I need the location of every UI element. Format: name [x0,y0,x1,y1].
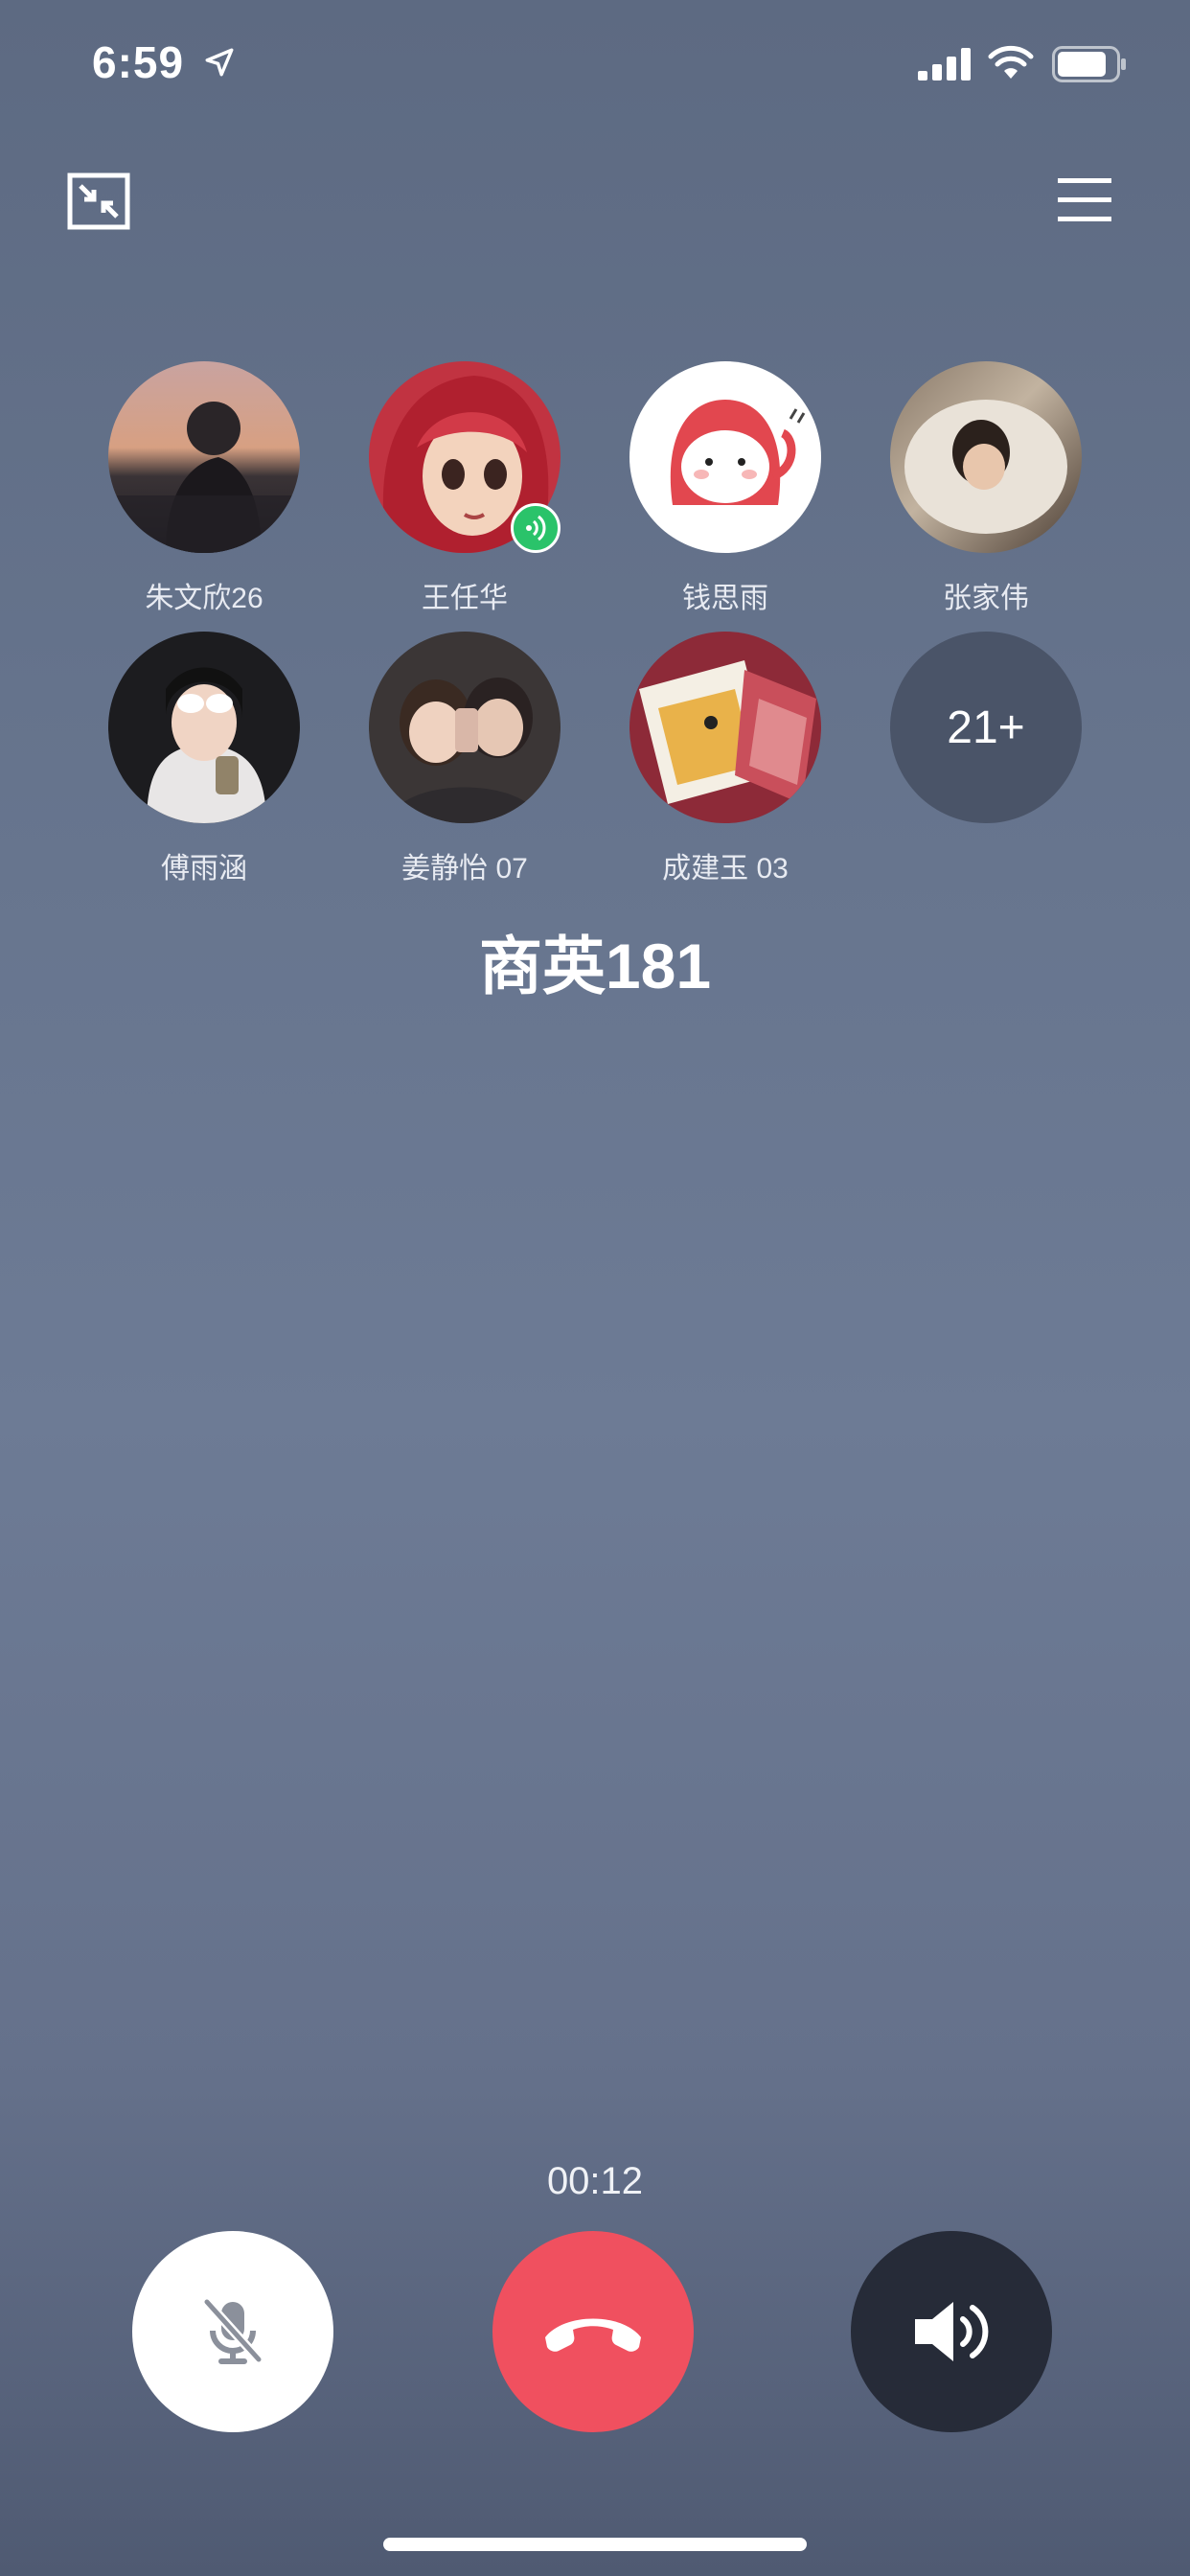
avatar [629,632,821,823]
microphone-muted-icon [202,2297,263,2364]
home-indicator[interactable] [383,2538,807,2551]
menu-icon [1058,178,1111,221]
minimize-window-icon [67,172,130,230]
more-participants-count: 21+ [890,632,1082,823]
participant-tile[interactable]: 傅雨涵 [89,632,319,909]
speaker-icon [915,2302,989,2361]
group-name: 商英181 [478,931,712,1001]
avatar [108,361,300,553]
participant-tile[interactable]: 钱思雨 [610,361,840,639]
participant-tile[interactable]: 成建玉 03 [610,632,840,909]
menu-button[interactable] [1058,176,1111,224]
more-participants-button[interactable]: 21+ [871,632,1101,909]
participant-name: 傅雨涵 [161,853,247,885]
avatar [629,361,821,553]
participant-tile[interactable]: 张家伟 [871,361,1101,639]
participant-name: 钱思雨 [682,583,768,614]
status-time: 6:59 [92,37,185,87]
call-timer: 00:12 [546,2160,644,2202]
participant-name: 朱文欣26 [145,583,263,614]
participant-name: 成建玉 03 [662,853,789,885]
cellular-signal-icon [918,48,971,80]
hang-up-phone-icon [545,2318,641,2352]
minimize-button[interactable] [67,172,130,230]
participant-name: 张家伟 [943,583,1029,614]
participant-name: 姜静怡 07 [401,853,528,885]
location-arrow-icon [205,48,234,77]
hang-up-button[interactable] [492,2231,694,2432]
participant-tile[interactable]: 姜静怡 07 [350,632,580,909]
speaker-button[interactable] [851,2231,1052,2432]
avatar [369,632,561,823]
avatar [108,632,300,823]
avatar [890,361,1082,553]
wifi-icon [988,45,1034,79]
speaking-indicator-icon [511,503,561,553]
participant-tile[interactable]: 王任华 [350,361,580,639]
participant-tile[interactable]: 朱文欣26 [89,361,319,639]
mute-button[interactable] [132,2231,333,2432]
battery-icon [1052,46,1126,82]
participant-name: 王任华 [422,583,508,614]
